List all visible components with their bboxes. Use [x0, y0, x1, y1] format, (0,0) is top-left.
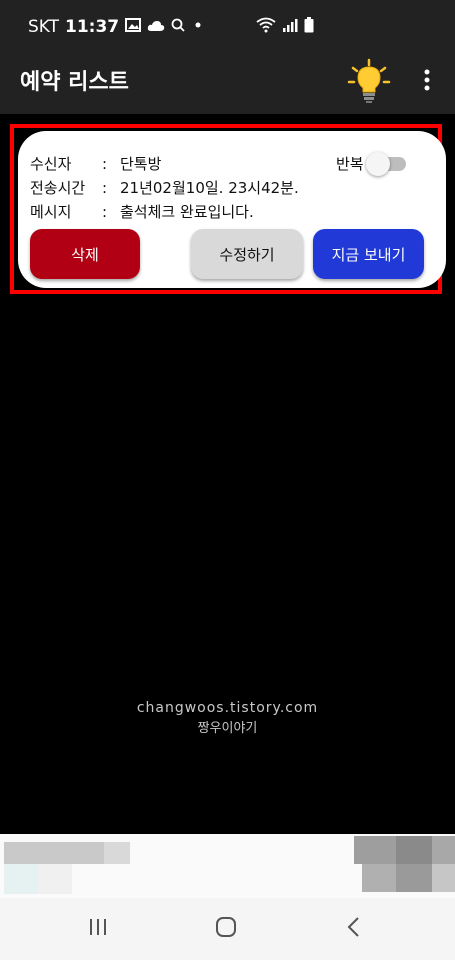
- signal-icon: [282, 17, 298, 37]
- send-time-row: 전송시간:21년02월10일. 23시42분.: [30, 177, 299, 198]
- message-label: 메시지: [30, 203, 72, 221]
- recipient-value: 단톡방: [120, 155, 162, 173]
- lightbulb-icon[interactable]: [347, 58, 391, 110]
- wifi-icon: [256, 17, 276, 37]
- recipient-label: 수신자: [30, 155, 72, 173]
- send-time-label: 전송시간: [30, 179, 86, 197]
- carrier-label: SKT: [28, 17, 60, 37]
- navigation-bar: [0, 898, 455, 960]
- message-row: 메시지: 출석체크 완료입니다.: [30, 201, 254, 222]
- clock: 11:37: [65, 17, 120, 37]
- repeat-toggle[interactable]: [365, 151, 406, 176]
- status-right: [256, 17, 314, 37]
- reservation-card[interactable]: 수신자: 단톡방 전송시간:21년02월10일. 23시42분. 메시지: 출석체크…: [18, 131, 446, 288]
- separator: :: [102, 203, 108, 221]
- battery-icon: [304, 17, 314, 37]
- ad-banner[interactable]: [0, 834, 455, 898]
- watermark-name: 짱우이야기: [197, 721, 258, 736]
- toggle-knob: [365, 151, 390, 176]
- status-left: SKT 11:37: [28, 17, 205, 37]
- cloud-icon: [147, 17, 165, 37]
- message-value: 출석체크 완료입니다.: [120, 203, 254, 221]
- watermark-url: changwoos.tistory.com: [136, 700, 319, 716]
- image-icon: [125, 17, 142, 37]
- more-vert-icon[interactable]: [420, 68, 434, 96]
- page-title: 예약 리스트: [20, 70, 129, 95]
- repeat-control: 반복: [336, 151, 406, 176]
- status-bar: SKT 11:37: [0, 0, 455, 52]
- separator: :: [102, 179, 108, 197]
- app-bar: 예약 리스트: [0, 52, 455, 114]
- delete-button[interactable]: 삭제: [30, 229, 140, 279]
- search-icon: [171, 17, 185, 37]
- separator: :: [102, 155, 108, 173]
- send-time-value: 21년02월10일. 23시42분.: [120, 179, 299, 197]
- send-now-button[interactable]: 지금 보내기: [313, 229, 424, 279]
- repeat-label: 반복: [336, 155, 364, 173]
- dot-icon: [191, 17, 205, 37]
- recent-apps-icon[interactable]: [86, 916, 110, 942]
- back-icon[interactable]: [342, 916, 366, 942]
- home-icon[interactable]: [214, 916, 238, 942]
- edit-button[interactable]: 수정하기: [191, 229, 303, 279]
- recipient-row: 수신자: 단톡방: [30, 153, 161, 174]
